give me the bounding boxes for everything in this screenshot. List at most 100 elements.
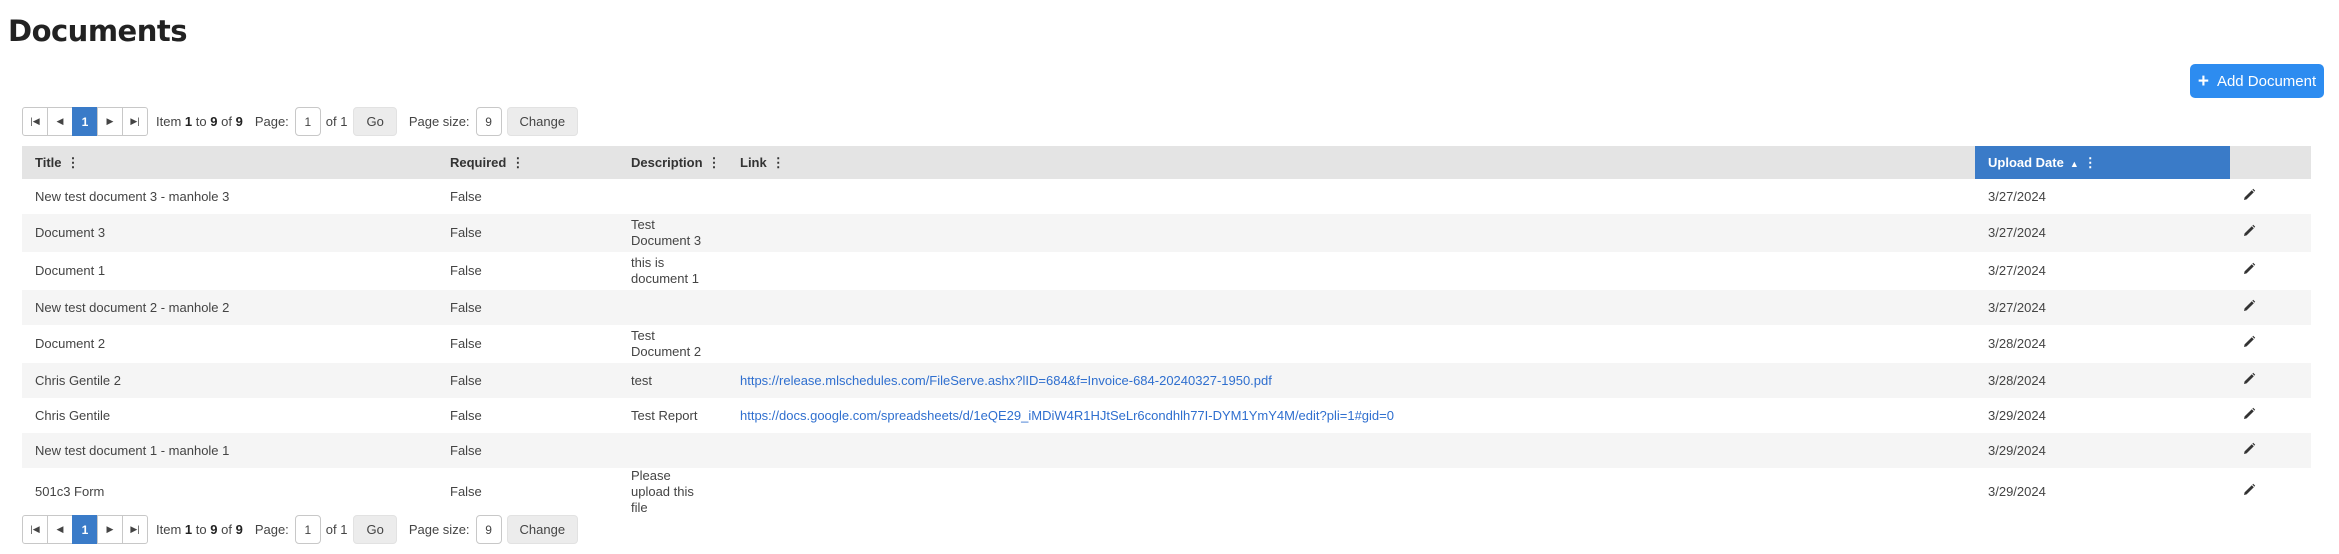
document-link[interactable]: https://release.mlschedules.com/FileServ… bbox=[740, 373, 1272, 388]
page-label: Page: bbox=[254, 522, 289, 537]
page-title: Documents bbox=[8, 14, 188, 48]
change-button[interactable]: Change bbox=[506, 107, 579, 136]
table-row[interactable]: Chris Gentile False Test Report https://doc… bbox=[22, 398, 2311, 433]
of-pages: of 1 bbox=[325, 522, 348, 537]
table-row[interactable]: Document 3 False Test Document 3 3/27/2024 bbox=[22, 214, 2311, 252]
cell-link bbox=[727, 214, 1975, 252]
pencil-icon[interactable] bbox=[2242, 262, 2256, 276]
table-row[interactable]: Document 1 False this is document 1 3/27/20… bbox=[22, 252, 2311, 290]
prev-page-icon: ◀ bbox=[56, 524, 64, 534]
cell-actions bbox=[2230, 179, 2311, 214]
documents-table: Title ⋮ Required ⋮ Description ⋮ Link ⋮ Uplo… bbox=[22, 146, 2311, 516]
cell-description: Please upload this file bbox=[631, 468, 694, 515]
go-button[interactable]: Go bbox=[353, 107, 397, 136]
column-menu-icon[interactable]: ⋮ bbox=[511, 155, 524, 170]
pencil-icon[interactable] bbox=[2242, 299, 2256, 313]
add-document-button[interactable]: + Add Document bbox=[2190, 64, 2324, 98]
table-row[interactable]: New test document 3 - manhole 3 False 3/27… bbox=[22, 179, 2311, 214]
next-page-button[interactable]: ▶ bbox=[97, 107, 123, 136]
cell-description bbox=[618, 290, 727, 325]
cell-upload-date: 3/27/2024 bbox=[1988, 188, 2046, 204]
document-link[interactable]: https://docs.google.com/spreadsheets/d/1… bbox=[740, 408, 1394, 423]
column-menu-icon[interactable]: ⋮ bbox=[708, 155, 721, 170]
cell-title: Document 3 bbox=[22, 214, 437, 252]
cell-title: Document 2 bbox=[35, 336, 106, 351]
sort-ascending-icon: ▲ bbox=[2069, 158, 2079, 169]
last-page-button[interactable]: ▶| bbox=[122, 107, 148, 136]
prev-page-button[interactable]: ◀ bbox=[47, 515, 73, 544]
column-header-actions bbox=[2230, 146, 2311, 179]
cell-title: Document 1 bbox=[35, 263, 106, 278]
cell-upload-date: 3/29/2024 bbox=[1975, 433, 2230, 468]
column-menu-icon[interactable]: ⋮ bbox=[67, 155, 80, 170]
column-menu-icon[interactable]: ⋮ bbox=[772, 155, 785, 170]
pencil-icon[interactable] bbox=[2242, 483, 2256, 497]
next-page-button[interactable]: ▶ bbox=[97, 515, 123, 544]
page-number-button[interactable]: 1 bbox=[72, 107, 98, 136]
go-button[interactable]: Go bbox=[353, 515, 397, 544]
page-number-button[interactable]: 1 bbox=[72, 515, 98, 544]
pencil-icon[interactable] bbox=[2242, 188, 2256, 202]
cell-title: New test document 2 - manhole 2 bbox=[22, 290, 437, 325]
pencil-icon[interactable] bbox=[2242, 442, 2256, 456]
next-page-icon: ▶ bbox=[106, 524, 114, 534]
cell-upload-date: 3/29/2024 bbox=[1988, 484, 2046, 499]
cell-title: 501c3 Form bbox=[35, 484, 105, 499]
cell-actions bbox=[2230, 363, 2311, 398]
cell-title: New test document 3 - manhole 3 bbox=[35, 188, 230, 204]
table-row[interactable]: 501c3 Form False Please upload this file 3/… bbox=[22, 468, 2311, 516]
cell-required: False bbox=[450, 407, 482, 423]
cell-required: False bbox=[450, 484, 482, 499]
column-menu-icon[interactable]: ⋮ bbox=[2084, 155, 2097, 170]
table-row[interactable]: New test document 2 - manhole 2 False 3/27… bbox=[22, 290, 2311, 325]
cell-description bbox=[618, 433, 727, 468]
cell-description: Test Document 3 bbox=[618, 214, 727, 252]
table-row[interactable]: Chris Gentile 2 False test https://release.… bbox=[22, 363, 2311, 398]
change-button[interactable]: Change bbox=[506, 515, 579, 544]
cell-link bbox=[727, 290, 1975, 325]
first-page-button[interactable]: |◀ bbox=[22, 107, 48, 136]
page-input[interactable]: 1 bbox=[294, 515, 321, 544]
cell-description: test bbox=[618, 363, 727, 398]
pencil-icon[interactable] bbox=[2242, 335, 2256, 349]
next-page-icon: ▶ bbox=[106, 116, 114, 126]
page-size-label: Page size: bbox=[408, 522, 470, 537]
first-page-icon: |◀ bbox=[30, 116, 40, 126]
last-page-button[interactable]: ▶| bbox=[122, 515, 148, 544]
column-header-required[interactable]: Required ⋮ bbox=[437, 146, 618, 179]
cell-description: Test Document 2 bbox=[631, 328, 702, 359]
cell-title: Chris Gentile bbox=[35, 407, 111, 423]
column-header-link[interactable]: Link ⋮ bbox=[727, 146, 1975, 179]
table-row[interactable]: New test document 1 - manhole 1 False 3/29… bbox=[22, 433, 2311, 468]
page-size-input[interactable]: 9 bbox=[475, 107, 502, 136]
column-header-description[interactable]: Description ⋮ bbox=[618, 146, 727, 179]
prev-page-icon: ◀ bbox=[56, 116, 64, 126]
cell-required: False bbox=[437, 363, 618, 398]
column-header-upload-date[interactable]: Upload Date ▲ ⋮ bbox=[1975, 146, 2230, 179]
pager-bottom: |◀ ◀ 1 ▶ ▶| Item 1 to 9 of 9 Page: 1 of … bbox=[22, 514, 590, 545]
pager-top: |◀ ◀ 1 ▶ ▶| Item 1 to 9 of 9 Page: 1 of … bbox=[22, 106, 590, 137]
prev-page-button[interactable]: ◀ bbox=[47, 107, 73, 136]
cell-upload-date: 3/28/2024 bbox=[1988, 336, 2046, 351]
pencil-icon[interactable] bbox=[2242, 407, 2256, 421]
column-header-title[interactable]: Title ⋮ bbox=[22, 146, 437, 179]
cell-actions bbox=[2230, 290, 2311, 325]
item-range: Item 1 to 9 of 9 bbox=[156, 522, 243, 537]
of-pages: of 1 bbox=[325, 114, 348, 129]
table-row[interactable]: Document 2 False Test Document 2 3/28/2024 bbox=[22, 325, 2311, 363]
page-size-input[interactable]: 9 bbox=[475, 515, 502, 544]
plus-icon: + bbox=[2197, 70, 2209, 92]
table-header-row: Title ⋮ Required ⋮ Description ⋮ Link ⋮ Uplo… bbox=[22, 146, 2311, 179]
cell-link bbox=[727, 325, 1975, 363]
cell-actions bbox=[2230, 214, 2311, 252]
page-input[interactable]: 1 bbox=[294, 107, 321, 136]
first-page-button[interactable]: |◀ bbox=[22, 515, 48, 544]
pencil-icon[interactable] bbox=[2242, 372, 2256, 386]
pencil-icon[interactable] bbox=[2242, 224, 2256, 238]
cell-title: New test document 1 - manhole 1 bbox=[22, 433, 437, 468]
cell-actions bbox=[2230, 325, 2311, 363]
cell-actions bbox=[2230, 433, 2311, 468]
cell-required: False bbox=[450, 188, 482, 204]
cell-required: False bbox=[437, 214, 618, 252]
page-label: Page: bbox=[254, 114, 289, 129]
